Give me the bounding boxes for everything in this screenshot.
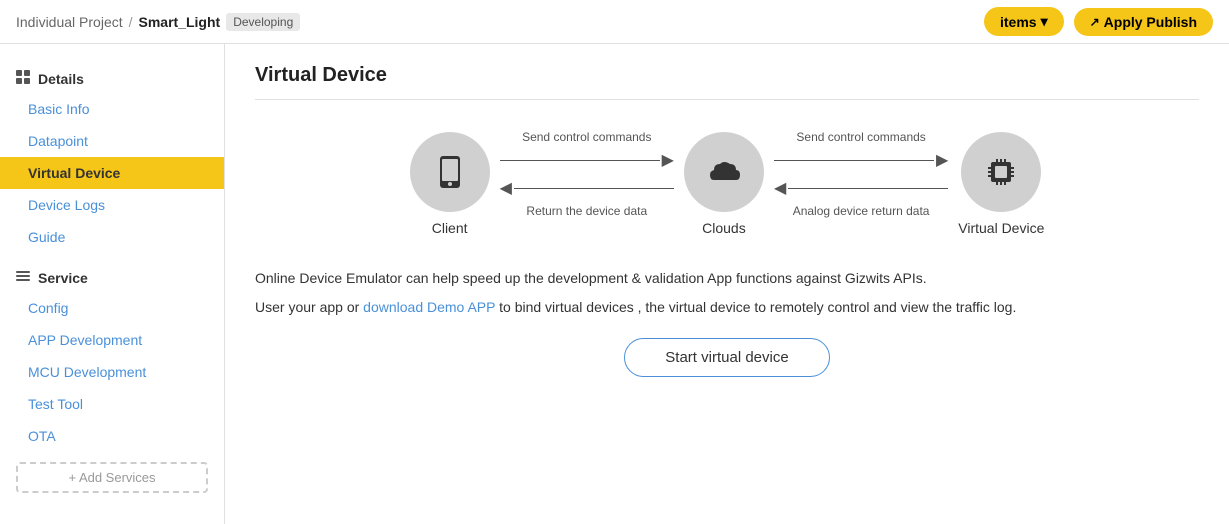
service-section-header: Service <box>0 263 224 292</box>
client-node: Client <box>410 132 490 236</box>
arrow-return-1: Return the device data <box>526 204 647 218</box>
virtual-device-diagram: Client Send control commands ▶ ◀ Return … <box>255 130 1199 238</box>
external-link-icon: ↗ <box>1090 15 1100 29</box>
sidebar-item-ota[interactable]: OTA <box>0 420 224 452</box>
title-divider <box>255 99 1199 100</box>
breadcrumb-slash: / <box>129 14 133 30</box>
add-services-button[interactable]: + Add Services <box>16 462 208 493</box>
sidebar-item-app-development[interactable]: APP Development <box>0 324 224 356</box>
sidebar-item-mcu-development[interactable]: MCU Development <box>0 356 224 388</box>
start-button-wrapper: Start virtual device <box>255 338 1199 377</box>
arrow-send-2: Send control commands <box>796 130 925 144</box>
apply-publish-button[interactable]: ↗ Apply Publish <box>1074 8 1213 36</box>
cloud-icon <box>704 152 744 192</box>
clouds-circle <box>684 132 764 212</box>
publish-label: Apply Publish <box>1104 14 1197 30</box>
page-title: Virtual Device <box>255 64 1199 87</box>
sidebar-item-virtual-device[interactable]: Virtual Device <box>0 157 224 189</box>
header: Individual Project / Smart_Light Develop… <box>0 0 1229 44</box>
client-label: Client <box>432 220 468 236</box>
info-text-2-suffix: to bind virtual devices , the virtual de… <box>495 299 1016 315</box>
main-layout: Details Basic Info Datapoint Virtual Dev… <box>0 44 1229 524</box>
details-grid-icon <box>16 70 30 87</box>
arrow-send-2-label: Send control commands <box>796 130 925 144</box>
client-circle <box>410 132 490 212</box>
dropdown-icon: ▾ <box>1041 13 1048 30</box>
arrow-send-1: Send control commands <box>522 130 651 144</box>
sidebar-item-guide[interactable]: Guide <box>0 221 224 253</box>
chip-icon <box>981 152 1021 192</box>
clouds-label: Clouds <box>702 220 746 236</box>
arrow-return-1-label: Return the device data <box>526 204 647 218</box>
service-label: Service <box>38 270 88 286</box>
sidebar-item-config[interactable]: Config <box>0 292 224 324</box>
sidebar: Details Basic Info Datapoint Virtual Dev… <box>0 44 225 524</box>
status-badge: Developing <box>226 13 300 31</box>
breadcrumb-project: Individual Project <box>16 14 123 30</box>
details-section-header: Details <box>0 64 224 93</box>
details-label: Details <box>38 71 84 87</box>
download-demo-link[interactable]: download Demo APP <box>363 299 495 315</box>
virtual-device-circle <box>961 132 1041 212</box>
sidebar-item-basic-info[interactable]: Basic Info <box>0 93 224 125</box>
arrows-client-clouds: Send control commands ▶ ◀ Return the dev… <box>490 130 684 218</box>
items-button[interactable]: items ▾ <box>984 7 1064 36</box>
service-grid-icon <box>16 269 30 286</box>
info-text-2-prefix: User your app or <box>255 299 363 315</box>
arrows-clouds-virtual: Send control commands ▶ ◀ Analog device … <box>764 130 958 218</box>
arrow-return-2-label: Analog device return data <box>793 204 930 218</box>
phone-icon <box>430 152 470 192</box>
sidebar-item-datapoint[interactable]: Datapoint <box>0 125 224 157</box>
arrow-return-2: Analog device return data <box>793 204 930 218</box>
sidebar-item-test-tool[interactable]: Test Tool <box>0 388 224 420</box>
breadcrumb: Individual Project / Smart_Light Develop… <box>16 13 300 31</box>
info-text-1: Online Device Emulator can help speed up… <box>255 268 1199 289</box>
items-label: items <box>1000 14 1037 30</box>
sidebar-item-device-logs[interactable]: Device Logs <box>0 189 224 221</box>
project-name: Smart_Light <box>139 14 221 30</box>
virtual-device-node: Virtual Device <box>958 132 1044 236</box>
arrow-send-1-label: Send control commands <box>522 130 651 144</box>
header-actions: items ▾ ↗ Apply Publish <box>984 7 1213 36</box>
main-content: Virtual Device Client Send control comma… <box>225 44 1229 524</box>
clouds-node: Clouds <box>684 132 764 236</box>
virtual-device-label: Virtual Device <box>958 220 1044 236</box>
start-virtual-device-button[interactable]: Start virtual device <box>624 338 829 377</box>
info-text-2: User your app or download Demo APP to bi… <box>255 297 1199 318</box>
